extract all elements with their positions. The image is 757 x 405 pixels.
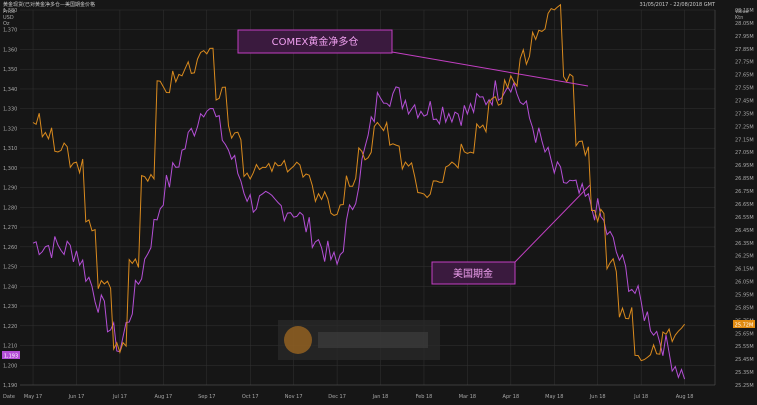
right-tick-label: 26.55M: [735, 215, 754, 221]
right-tick-label: 25.95M: [735, 292, 754, 298]
x-month-label: May 18: [545, 394, 563, 400]
x-axis-label: Date: [3, 394, 15, 400]
left-last-value-badge: 1,193: [2, 351, 20, 360]
right-tick-label: 26.35M: [735, 241, 754, 247]
x-month-label: Jul 18: [633, 394, 648, 400]
right-tick-label: 27.85M: [735, 47, 754, 53]
right-last-value: 25.72M: [735, 323, 754, 329]
right-tick-label: 25.65M: [735, 331, 754, 337]
right-tick-label: 25.55M: [735, 344, 754, 350]
x-month-label: Aug 17: [154, 394, 172, 400]
right-tick-label: 26.85M: [735, 176, 754, 182]
left-tick-label: 1,260: [3, 245, 17, 251]
x-month-label: Sep 17: [198, 394, 215, 400]
chart-header-timestamp: 31/05/2017 - 22/08/2018 GMT: [640, 2, 716, 8]
right-tick-label: 27.95M: [735, 34, 754, 40]
chart-canvas: 黄金现货(已对黄金净多仓—美国期金价格 31/05/2017 - 22/08/2…: [0, 0, 757, 401]
right-tick-label: 25.35M: [735, 370, 754, 376]
right-tick-label: 27.55M: [735, 86, 754, 92]
left-tick-label: 1,340: [3, 87, 17, 93]
left-tick-label: 1,210: [3, 344, 17, 350]
right-tick-label: 28.15M: [735, 8, 754, 14]
x-month-label: Jun 18: [589, 394, 606, 400]
futures-annotation-text: 美国期金: [453, 267, 493, 280]
right-tick-label: 26.75M: [735, 189, 754, 195]
left-tick-label: 1,230: [3, 304, 17, 310]
left-tick-label: 1,220: [3, 324, 17, 330]
right-tick-label: 26.65M: [735, 202, 754, 208]
left-tick-label: 1,370: [3, 28, 17, 34]
left-tick-label: 1,190: [3, 383, 17, 389]
right-tick-label: 27.25M: [735, 124, 754, 130]
right-tick-label: 25.25M: [735, 383, 754, 389]
x-month-label: Mar 18: [459, 394, 476, 400]
right-tick-label: 27.35M: [735, 111, 754, 117]
left-axis-title-3: Oz: [3, 21, 10, 27]
chart-header-title: 黄金现货(已对黄金净多仓—美国期金价格: [3, 1, 95, 8]
left-tick-label: 1,240: [3, 284, 17, 290]
x-month-label: Dec 17: [328, 394, 346, 400]
right-tick-label: 27.65M: [735, 73, 754, 79]
left-tick-label: 1,360: [3, 47, 17, 53]
x-month-label: Oct 17: [242, 394, 259, 400]
left-tick-label: 1,270: [3, 225, 17, 231]
right-tick-label: 27.45M: [735, 99, 754, 105]
left-tick-label: 1,310: [3, 146, 17, 152]
right-tick-label: 26.45M: [735, 228, 754, 234]
right-tick-label: 26.25M: [735, 254, 754, 260]
x-month-label: Aug 18: [676, 394, 694, 400]
x-month-label: Nov 17: [285, 394, 303, 400]
left-tick-label: 1,290: [3, 186, 17, 192]
right-tick-label: 26.05M: [735, 280, 754, 286]
left-tick-label: 1,250: [3, 265, 17, 271]
right-tick-label: 28.05M: [735, 21, 754, 27]
left-tick-label: 1,330: [3, 107, 17, 113]
left-tick-label: 1,200: [3, 363, 17, 369]
right-tick-label: 26.95M: [735, 163, 754, 169]
x-month-label: Jan 18: [372, 394, 389, 400]
left-tick-label: 1,280: [3, 205, 17, 211]
left-tick-label: 1,320: [3, 126, 17, 132]
right-last-value-badge: 25.72M: [733, 320, 755, 329]
x-month-label: Jul 17: [112, 394, 127, 400]
right-tick-label: 25.85M: [735, 305, 754, 311]
x-month-label: Apr 18: [503, 394, 520, 400]
chart-root: 黄金现货(已对黄金净多仓—美国期金价格 31/05/2017 - 22/08/2…: [0, 0, 757, 401]
right-tick-label: 27.15M: [735, 137, 754, 143]
right-tick-label: 25.45M: [735, 357, 754, 363]
x-month-label: May 17: [24, 394, 42, 400]
x-month-label: Jun 17: [68, 394, 85, 400]
right-tick-label: 27.75M: [735, 60, 754, 66]
watermark: [278, 320, 440, 360]
comex-annotation-text: COMEX黄金净多仓: [272, 35, 359, 48]
x-month-label: Feb 18: [416, 394, 433, 400]
right-tick-label: 26.15M: [735, 267, 754, 273]
left-tick-label: 1,350: [3, 67, 17, 73]
left-last-value: 1,193: [4, 354, 18, 360]
left-tick-label: 1,380: [3, 8, 17, 14]
left-tick-label: 1,300: [3, 166, 17, 172]
right-tick-label: 27.05M: [735, 150, 754, 156]
